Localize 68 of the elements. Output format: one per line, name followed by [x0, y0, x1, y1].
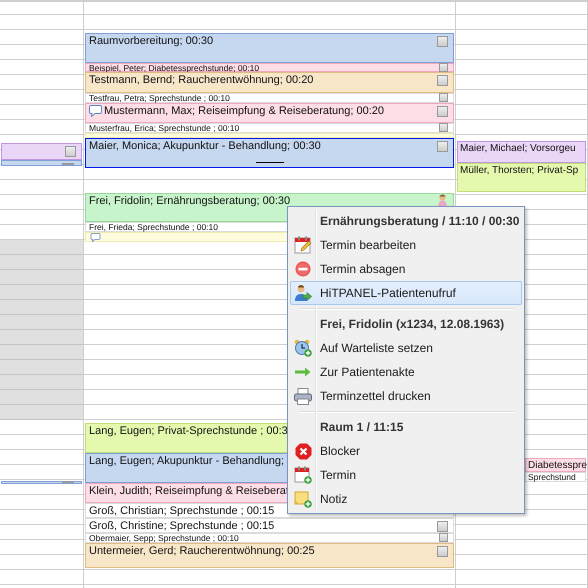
- menu-section-header: Frei, Fridolin (x1234, 12.08.1963): [320, 317, 504, 331]
- appointment[interactable]: Maier, Michael; Vorsorgeu: [457, 141, 586, 163]
- appointment-label: Obermaier, Sepp; Sprechstunde ; 00:10: [89, 534, 239, 543]
- appointment-label: Beispiel, Peter; Diabetessprechstunde; 00:10: [89, 64, 260, 73]
- appointment[interactable]: Testmann, Bernd; Raucherentwöhnung; 00:20: [85, 72, 454, 93]
- appointment-label: Lang, Eugen; Akupunktur - Behandlung;: [89, 454, 284, 468]
- checkbox[interactable]: [437, 521, 448, 532]
- menu-section-header: Raum 1 / 11:15: [320, 420, 404, 434]
- resize-handle[interactable]: [62, 481, 74, 483]
- menu-item[interactable]: Auf Warteliste setzen: [290, 336, 522, 360]
- appointment[interactable]: Raumvorbereitung; 00:30: [85, 33, 454, 63]
- resize-handle[interactable]: [62, 163, 74, 165]
- appointment-label: Untermeier, Gerd; Raucherentwöhnung; 00:25: [89, 544, 315, 558]
- appointment-label: Musterfrau, Erica; Sprechstunde ; 00:10: [89, 124, 240, 133]
- menu-item[interactable]: Termin bearbeiten: [290, 233, 522, 257]
- appointment[interactable]: Obermaier, Sepp; Sprechstunde ; 00:10: [85, 533, 454, 543]
- appointment[interactable]: Beispiel, Peter; Diabetessprechstunde; 00:10: [85, 63, 454, 72]
- appointment[interactable]: Mustermann, Max; Reiseimpfung & Reiseberatung; 00:20: [85, 103, 454, 123]
- appointment-label: Maier, Michael; Vorsorgeu: [460, 142, 576, 156]
- appointment[interactable]: Testfrau, Petra; Sprechstunde ; 00:10: [85, 93, 454, 103]
- appointment-label: Müller, Thorsten; Privat-Sp: [460, 164, 578, 178]
- menu-item[interactable]: Zur Patientenakte: [290, 360, 522, 384]
- arrow-right-icon: [295, 367, 311, 377]
- checkbox[interactable]: [437, 546, 448, 557]
- appointment-label: Testfrau, Petra; Sprechstunde ; 00:10: [89, 94, 230, 103]
- appointment-label: Groß, Christine; Sprechstunde ; 00:15: [89, 519, 274, 533]
- checkbox[interactable]: [439, 533, 448, 542]
- checkbox[interactable]: [439, 123, 448, 132]
- appointment[interactable]: Groß, Christine; Sprechstunde ; 00:15: [85, 518, 454, 533]
- checkbox[interactable]: [437, 36, 448, 47]
- appointment-label: Lang, Eugen; Privat-Sprechstunde ; 00:3: [89, 424, 288, 438]
- checkbox[interactable]: [437, 75, 448, 86]
- person-arrow-icon: [294, 284, 312, 302]
- calendar-add-icon: [294, 466, 312, 484]
- menu-item[interactable]: HiTPANEL-Patientenufruf: [290, 281, 522, 305]
- calendar-edit-icon: [294, 236, 312, 254]
- blocker-icon: [294, 442, 312, 460]
- appointment-label: Groß, Christian; Sprechstunde ; 00:15: [89, 504, 274, 518]
- appointment[interactable]: Diabetesspre: [525, 458, 586, 472]
- appointment[interactable]: Müller, Thorsten; Privat-Sp: [457, 163, 586, 192]
- appointment[interactable]: Untermeier, Gerd; Raucherentwöhnung; 00:25: [85, 543, 454, 568]
- appointment[interactable]: [1, 143, 82, 160]
- appointment[interactable]: Musterfrau, Erica; Sprechstunde ; 00:10: [85, 123, 454, 133]
- appointment[interactable]: [1, 481, 82, 484]
- appointment-label: Raumvorbereitung; 00:30: [89, 34, 214, 48]
- appointment-label: Sprechstund: [528, 473, 576, 482]
- appointment-label: Frei, Fridolin; Ernährungsberatung; 00:30: [89, 194, 290, 208]
- menu-item[interactable]: Termin absagen: [290, 257, 522, 281]
- appointment-label: Frei, Frieda; Sprechstunde ; 00:10: [89, 223, 218, 232]
- cancel-icon: [295, 261, 311, 277]
- checkbox[interactable]: [65, 146, 76, 157]
- menu-item[interactable]: Terminzettel drucken: [290, 384, 522, 408]
- resize-handle[interactable]: [256, 162, 284, 163]
- checkbox[interactable]: [439, 63, 448, 72]
- appointment[interactable]: [1, 160, 82, 166]
- appointment[interactable]: Maier, Monica; Akupunktur - Behandlung; 00:30: [85, 138, 454, 168]
- checkbox[interactable]: [437, 106, 448, 117]
- checkbox[interactable]: [439, 93, 448, 102]
- appointment-label: Mustermann, Max; Reiseimpfung & Reiseberatung; 00:20: [104, 104, 384, 118]
- note-add-icon: [294, 490, 312, 508]
- alarm-clock-icon: [294, 339, 312, 357]
- appointment-label: Klein, Judith; Reiseimpfung & Reiseberat: [89, 484, 289, 498]
- appointment-label: Testmann, Bernd; Raucherentwöhnung; 00:20: [89, 73, 314, 87]
- appointment-label: Maier, Monica; Akupunktur - Behandlung; 00:30: [89, 139, 321, 153]
- appointment-label: Diabetesspre: [528, 459, 587, 473]
- printer-icon: [294, 388, 312, 404]
- appointment[interactable]: Sprechstund: [525, 472, 586, 482]
- checkbox[interactable]: [437, 141, 448, 152]
